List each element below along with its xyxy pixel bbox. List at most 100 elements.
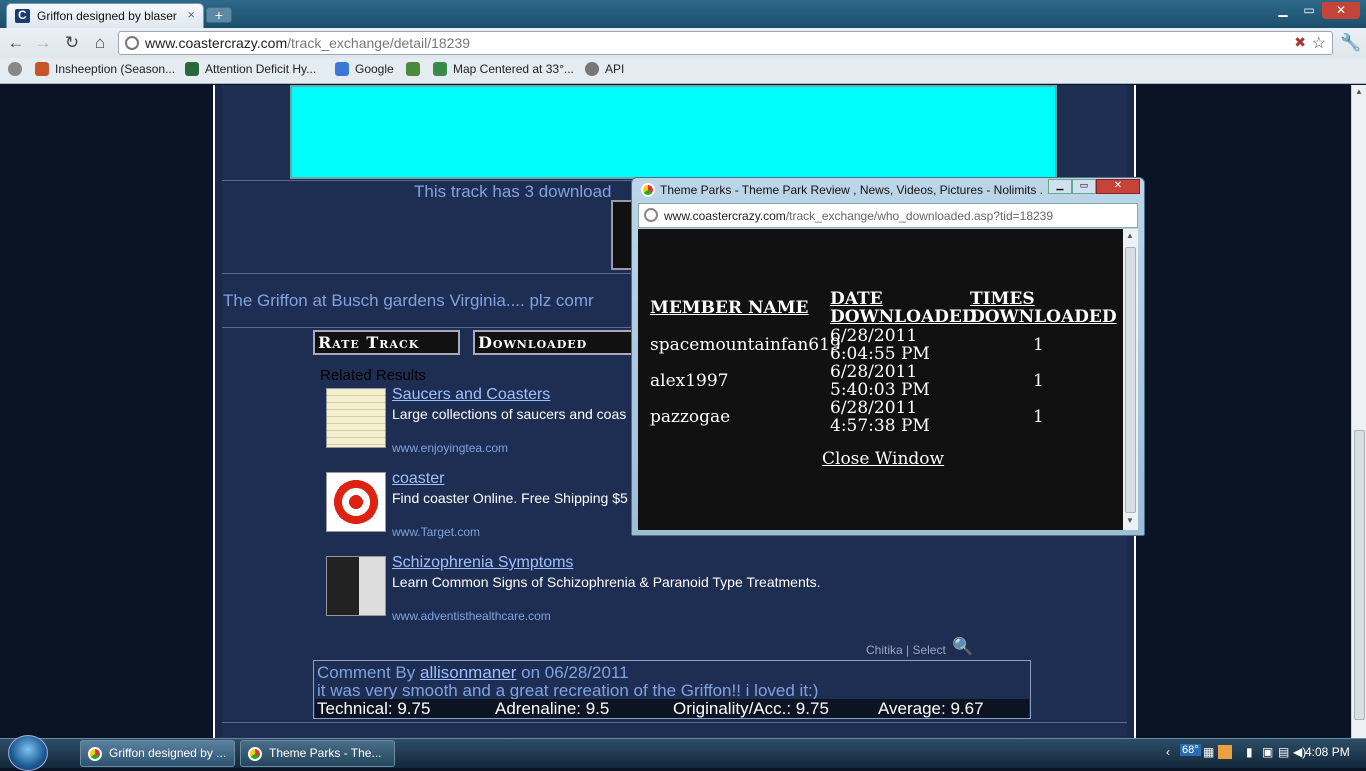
date-header-line1: DATE [830,289,883,309]
popup-minimize-button[interactable]: ▁ [1048,179,1072,194]
popup-scrollbar-thumb[interactable] [1125,247,1136,513]
bookmark-item[interactable]: Insheeption (Season... [35,62,175,76]
related-link-title[interactable]: Schizophrenia Symptoms [392,554,573,572]
page-scrollbar[interactable]: ▲ [1351,85,1366,738]
row-member: spacemountainfan619 [650,335,841,355]
minimize-button[interactable]: ▁ [1270,2,1296,19]
popup-maximize-button[interactable]: ▭ [1072,179,1096,194]
bookmarks-menu-icon[interactable] [8,62,28,76]
network-icon[interactable]: ▤ [1278,745,1289,759]
comment-date: on 06/28/2011 [521,663,629,682]
row-member: alex1997 [650,371,729,391]
bookmark-item[interactable]: API [585,62,624,76]
row-time: 4:57:38 PM [830,416,930,436]
adrenaline-score: Adrenaline: 9.5 [495,699,610,718]
start-button[interactable] [8,735,48,771]
downloaded-button[interactable]: Downloaded [473,330,633,355]
member-name-header: MEMBER NAME [650,298,809,318]
row-times: 1 [1033,335,1044,355]
tray-app-icon[interactable]: ▦ [1203,745,1214,759]
related-url[interactable]: www.enjoyingtea.com [392,441,508,455]
content-blocked-icon[interactable]: ✖ [1294,34,1306,51]
bookmark-favicon-icon [185,62,199,76]
row-times: 1 [1033,371,1044,391]
chrome-icon [88,747,102,761]
related-link-title[interactable]: Saucers and Coasters [392,386,550,404]
row-times: 1 [1033,407,1044,427]
related-thumbnail[interactable] [326,556,386,616]
row-date: 6/28/2011 [830,362,918,382]
bookmark-item[interactable] [406,62,426,76]
bookmark-favicon-icon [406,62,420,76]
tray-app-icon[interactable]: ▣ [1262,745,1273,759]
clock-time[interactable]: 4:08 PM [1305,745,1350,759]
back-arrow-icon[interactable]: ← [6,33,26,53]
track-banner-image [611,200,633,270]
home-icon[interactable]: ⌂ [90,33,110,53]
originality-score: Originality/Acc.: 9.75 [673,699,829,718]
taskbar-item[interactable]: Griffon designed by ... [80,740,235,767]
bookmark-star-icon[interactable]: ☆ [1312,33,1326,53]
date-header-line2: DOWNLOADED [830,307,977,327]
browser-title-bar [0,0,1366,28]
rate-track-button[interactable]: Rate Track [313,330,460,355]
globe-icon [125,36,139,50]
popup-content: MEMBER NAME DATE DOWNLOADED TIMES DOWNLO… [638,229,1123,530]
average-score: Average: 9.67 [878,699,984,718]
site-favicon-icon [15,8,30,23]
track-description: The Griffon at Busch gardens Virginia...… [223,291,594,310]
related-description: Learn Common Signs of Schizophrenia & Pa… [392,574,821,590]
bookmark-favicon-icon [35,62,49,76]
related-url[interactable]: www.adventisthealthcare.com [392,609,551,623]
downloads-count-text: This track has 3 download [414,182,612,201]
url-path: /track_exchange/detail/18239 [287,35,471,51]
related-results-heading: Related Results [320,367,426,384]
new-tab-button[interactable]: + [206,7,232,23]
bookmark-favicon-icon [585,62,599,76]
comment-box: Comment By allisonmaner on 06/28/2011 it… [313,660,1031,719]
tab-title: Griffon designed by blaserr [37,9,177,23]
row-member: pazzogae [650,407,731,427]
comment-author-link[interactable]: allisonmaner [420,663,516,682]
bookmark-item[interactable]: Google [335,62,394,76]
chitika-select-link[interactable]: Chitika | Select [866,643,946,657]
target-logo-icon[interactable] [326,472,386,532]
url-host: www.coastercrazy.com [145,35,288,51]
chrome-icon [641,183,655,197]
tab-close-icon[interactable]: × [187,7,195,22]
scrollbar-thumb[interactable] [1354,430,1365,720]
magnifier-icon[interactable]: 🔍 [952,637,973,657]
popup-url-path: /track_exchange/who_downloaded.asp?tid=1… [785,209,1054,223]
chrome-icon [248,747,262,761]
close-window-link[interactable]: Close Window [822,450,944,468]
browser-tab-active[interactable]: Griffon designed by blaserr × [6,3,204,28]
divider [222,722,1127,723]
address-bar[interactable]: www.coastercrazy.com/track_exchange/deta… [118,31,1333,55]
related-thumbnail[interactable] [326,388,386,448]
tray-app-icon[interactable]: ▮ [1246,745,1253,759]
related-link-title[interactable]: coaster [392,470,444,488]
taskbar-item[interactable]: Theme Parks - The... [240,740,395,767]
related-url[interactable]: www.Target.com [392,525,480,539]
comment-text: it was very smooth and a great recreatio… [317,681,819,700]
popup-close-button[interactable]: ✕ [1096,179,1140,194]
popup-address-bar[interactable]: www.coastercrazy.com/track_exchange/who_… [638,203,1138,228]
bookmark-item[interactable]: Map Centered at 33°... [433,62,574,76]
related-description: Large collections of saucers and coas [392,406,627,422]
tray-app-icon[interactable] [1218,745,1232,759]
forward-arrow-icon[interactable]: → [33,33,53,53]
comment-prefix: Comment By [317,663,416,682]
weather-temp[interactable]: 68° [1180,744,1201,756]
close-window-button[interactable]: ✕ [1322,2,1360,19]
wrench-menu-icon[interactable]: 🔧 [1340,33,1361,53]
reload-icon[interactable]: ↻ [62,33,82,53]
tray-expand-icon[interactable]: ‹ [1166,745,1170,759]
maximize-button[interactable]: ▭ [1296,2,1322,19]
row-time: 5:40:03 PM [830,380,930,400]
popup-scrollbar[interactable]: ▲ ▼ [1123,229,1138,530]
bookmark-item[interactable]: Attention Deficit Hy... [185,62,316,76]
row-date: 6/28/2011 [830,326,918,346]
row-date: 6/28/2011 [830,398,918,418]
track-image [290,85,1057,179]
technical-score: Technical: 9.75 [317,699,431,718]
